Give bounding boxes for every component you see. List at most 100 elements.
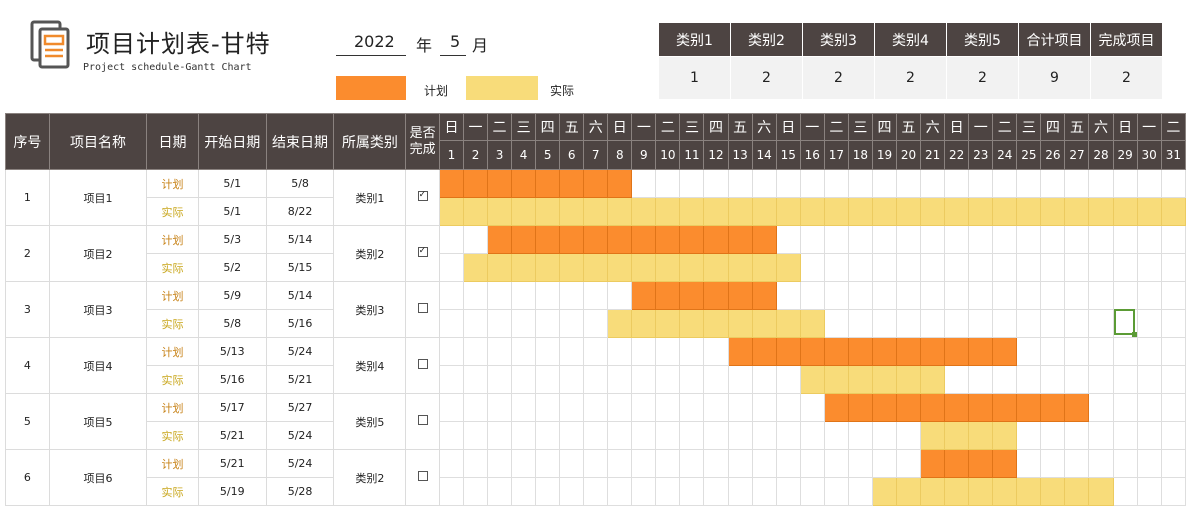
done-checkbox-cell[interactable] <box>405 337 440 394</box>
gantt-plan-bar-cell[interactable] <box>871 337 897 366</box>
gantt-empty-cell[interactable] <box>655 449 681 478</box>
gantt-plan-bar-cell[interactable] <box>944 449 970 478</box>
gantt-empty-cell[interactable] <box>823 253 849 282</box>
gantt-empty-cell[interactable] <box>1016 365 1042 394</box>
gantt-empty-cell[interactable] <box>1040 225 1066 254</box>
gantt-empty-cell[interactable] <box>631 365 657 394</box>
gantt-empty-cell[interactable] <box>1064 253 1090 282</box>
gantt-actual-bar-cell[interactable] <box>920 477 946 506</box>
gantt-empty-cell[interactable] <box>871 449 897 478</box>
gantt-empty-cell[interactable] <box>1136 449 1162 478</box>
gantt-empty-cell[interactable] <box>823 309 849 338</box>
gantt-empty-cell[interactable] <box>583 393 609 422</box>
gantt-actual-bar-cell[interactable] <box>462 253 489 282</box>
gantt-actual-bar-cell[interactable] <box>1040 477 1066 506</box>
gantt-empty-cell[interactable] <box>751 169 777 198</box>
gantt-actual-bar-cell[interactable] <box>992 197 1018 226</box>
gantt-actual-bar-cell[interactable] <box>871 197 897 226</box>
summary-value-cell[interactable]: 2 <box>874 56 947 100</box>
gantt-empty-cell[interactable] <box>655 337 681 366</box>
gantt-actual-bar-cell[interactable] <box>703 197 729 226</box>
gantt-empty-cell[interactable] <box>631 449 657 478</box>
gantt-actual-bar-cell[interactable] <box>679 253 705 282</box>
gantt-empty-cell[interactable] <box>823 169 849 198</box>
gantt-empty-cell[interactable] <box>535 477 561 506</box>
start-date-cell[interactable]: 5/1 <box>197 169 267 198</box>
gantt-empty-cell[interactable] <box>992 281 1018 310</box>
gantt-empty-cell[interactable] <box>1112 449 1138 478</box>
gantt-empty-cell[interactable] <box>944 169 970 198</box>
gantt-plan-bar-cell[interactable] <box>727 337 753 366</box>
gantt-empty-cell[interactable] <box>535 281 561 310</box>
gantt-empty-cell[interactable] <box>607 281 633 310</box>
gantt-actual-bar-cell[interactable] <box>1064 197 1090 226</box>
gantt-actual-bar-cell[interactable] <box>799 309 825 338</box>
gantt-plan-bar-cell[interactable] <box>992 337 1018 366</box>
gantt-empty-cell[interactable] <box>1136 477 1162 506</box>
gantt-empty-cell[interactable] <box>1040 253 1066 282</box>
gantt-empty-cell[interactable] <box>1064 365 1090 394</box>
gantt-empty-cell[interactable] <box>631 393 657 422</box>
gantt-empty-cell[interactable] <box>559 449 585 478</box>
gantt-empty-cell[interactable] <box>944 281 970 310</box>
gantt-empty-cell[interactable] <box>679 421 705 450</box>
gantt-plan-bar-cell[interactable] <box>775 337 801 366</box>
month-field[interactable]: 5 <box>450 32 460 51</box>
gantt-empty-cell[interactable] <box>487 449 513 478</box>
summary-value-cell[interactable]: 9 <box>1018 56 1091 100</box>
gantt-empty-cell[interactable] <box>1088 393 1114 422</box>
gantt-empty-cell[interactable] <box>799 253 825 282</box>
gantt-empty-cell[interactable] <box>992 169 1018 198</box>
gantt-actual-bar-cell[interactable] <box>511 253 537 282</box>
gantt-empty-cell[interactable] <box>895 253 922 282</box>
checked-box-icon[interactable] <box>417 191 428 201</box>
gantt-empty-cell[interactable] <box>775 281 801 310</box>
gantt-empty-cell[interactable] <box>1064 337 1090 366</box>
gantt-empty-cell[interactable] <box>992 253 1018 282</box>
gantt-empty-cell[interactable] <box>1064 309 1090 338</box>
gantt-empty-cell[interactable] <box>1016 337 1042 366</box>
gantt-empty-cell[interactable] <box>607 365 633 394</box>
gantt-empty-cell[interactable] <box>703 449 729 478</box>
gantt-actual-bar-cell[interactable] <box>799 365 825 394</box>
category-cell[interactable]: 类别3 <box>333 281 407 338</box>
gantt-plan-bar-cell[interactable] <box>968 337 994 366</box>
gantt-empty-cell[interactable] <box>1160 449 1186 478</box>
gantt-actual-bar-cell[interactable] <box>1136 197 1162 226</box>
gantt-empty-cell[interactable] <box>438 281 464 310</box>
gantt-plan-bar-cell[interactable] <box>920 337 946 366</box>
gantt-empty-cell[interactable] <box>847 281 873 310</box>
gantt-empty-cell[interactable] <box>799 477 825 506</box>
project-name[interactable]: 项目5 <box>48 393 148 450</box>
gantt-empty-cell[interactable] <box>799 169 825 198</box>
gantt-empty-cell[interactable] <box>1136 393 1162 422</box>
end-date-cell[interactable]: 5/24 <box>265 421 335 450</box>
gantt-empty-cell[interactable] <box>679 169 705 198</box>
gantt-empty-cell[interactable] <box>775 225 801 254</box>
gantt-empty-cell[interactable] <box>799 421 825 450</box>
end-date-cell[interactable]: 5/21 <box>265 365 335 394</box>
gantt-empty-cell[interactable] <box>1088 449 1114 478</box>
gantt-actual-bar-cell[interactable] <box>751 253 777 282</box>
gantt-actual-bar-cell[interactable] <box>968 421 994 450</box>
category-cell[interactable]: 类别2 <box>333 449 407 506</box>
gantt-empty-cell[interactable] <box>1112 281 1138 310</box>
gantt-plan-bar-cell[interactable] <box>487 169 513 198</box>
gantt-empty-cell[interactable] <box>1016 281 1042 310</box>
category-cell[interactable]: 类别1 <box>333 169 407 226</box>
gantt-empty-cell[interactable] <box>847 253 873 282</box>
start-date-cell[interactable]: 5/9 <box>197 281 267 310</box>
gantt-actual-bar-cell[interactable] <box>703 253 729 282</box>
gantt-actual-bar-cell[interactable] <box>487 253 513 282</box>
gantt-actual-bar-cell[interactable] <box>631 253 657 282</box>
summary-value-cell[interactable]: 2 <box>946 56 1019 100</box>
gantt-plan-bar-cell[interactable] <box>1064 393 1090 422</box>
gantt-empty-cell[interactable] <box>438 365 464 394</box>
gantt-empty-cell[interactable] <box>1088 337 1114 366</box>
gantt-empty-cell[interactable] <box>944 225 970 254</box>
selected-cell-cursor[interactable] <box>1114 309 1137 337</box>
gantt-plan-bar-cell[interactable] <box>895 337 922 366</box>
gantt-empty-cell[interactable] <box>511 393 537 422</box>
gantt-empty-cell[interactable] <box>1088 421 1114 450</box>
gantt-empty-cell[interactable] <box>1160 225 1186 254</box>
